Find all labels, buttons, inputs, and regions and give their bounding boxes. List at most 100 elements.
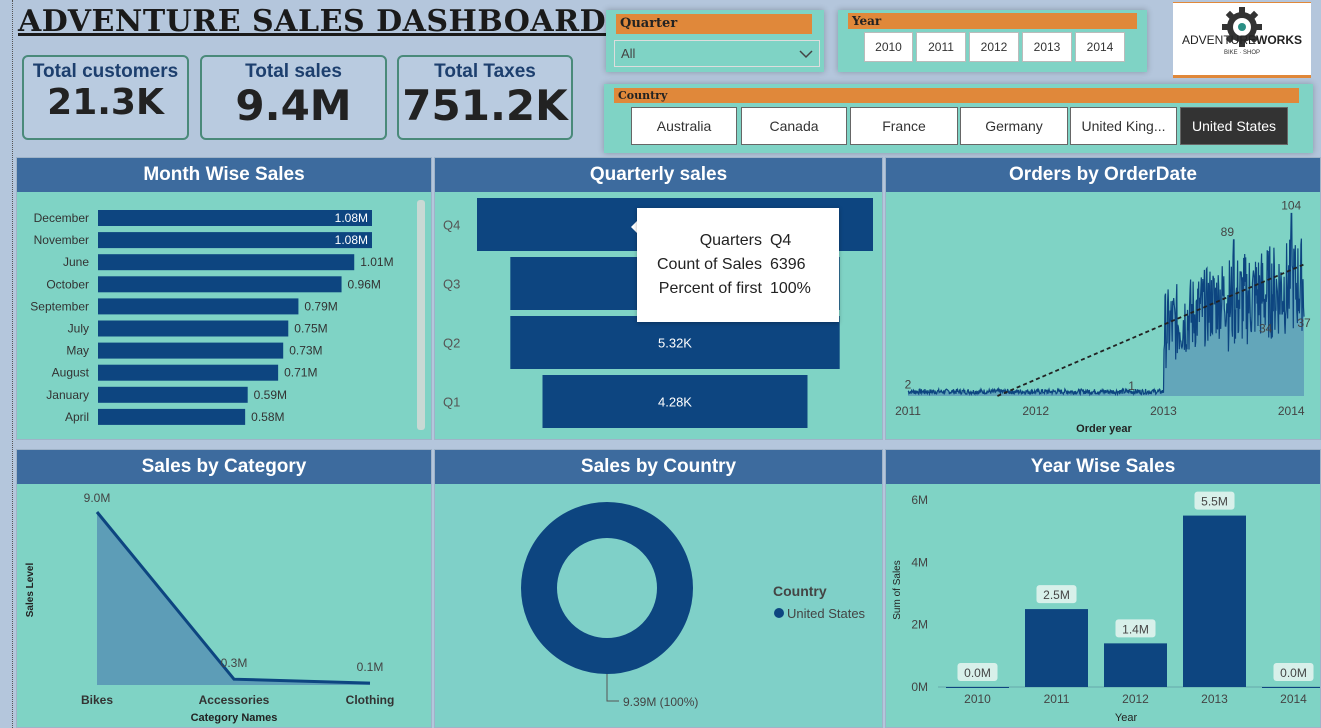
country-button-australia[interactable]: Australia — [631, 107, 737, 145]
tooltip-label: Percent of first — [658, 280, 762, 297]
logo-tagline-right: SHOP — [1243, 50, 1261, 56]
kpi-total-sales: Total sales 9.4M — [200, 55, 387, 140]
data-label: 1.4M — [1122, 622, 1149, 636]
country-button-germany[interactable]: Germany — [960, 107, 1068, 145]
bar — [1183, 515, 1246, 687]
x-tick-label: 2012 — [1022, 404, 1049, 418]
sales-by-country-panel: Sales by Country 9.39M (100%) Country Unit… — [434, 449, 883, 728]
chevron-down-icon — [799, 50, 813, 59]
year-slicer-title: Year — [848, 13, 1137, 29]
category-tick-label: Clothing — [346, 693, 395, 707]
bar — [946, 687, 1009, 688]
kpi-total-customers: Total customers 21.3K — [22, 55, 189, 140]
data-label: 1.08M — [335, 211, 368, 225]
data-label: 0.58M — [251, 410, 284, 424]
sales-by-category-chart: Bikes 9.0M Accessories 0.3M Clothing 0.1M Cate… — [25, 491, 395, 724]
data-label: 0.3M — [221, 656, 248, 670]
y-tick-label: 4M — [911, 555, 928, 569]
month-wise-sales-panel: Month Wise Sales December 1.08M November 1.… — [16, 157, 432, 440]
data-label: 1.01M — [360, 255, 393, 269]
kpi-value: 9.4M — [235, 81, 352, 130]
y-tick-label: 2M — [911, 618, 928, 632]
category-tick-label: October — [46, 277, 89, 291]
chart-tooltip: Quarters Q4 Count of Sales 6396 Percent of… — [637, 208, 839, 322]
adventureworks-logo: ADVENTUREWORKS BIKE · SHOP — [1173, 2, 1311, 78]
bar — [1262, 687, 1320, 688]
tooltip-value: Q4 — [769, 232, 792, 249]
year-button-2013[interactable]: 2013 — [1022, 32, 1072, 62]
country-button-canada[interactable]: Canada — [741, 107, 847, 145]
left-divider — [12, 0, 14, 728]
category-tick-label: November — [34, 233, 89, 247]
category-tick-label: July — [68, 322, 89, 336]
x-axis-label: Category Names — [191, 712, 278, 724]
tooltip-label: Count of Sales — [657, 256, 762, 273]
kpi-total-taxes: Total Taxes 751.2K — [397, 55, 573, 140]
year-button-2010[interactable]: 2010 — [864, 32, 913, 62]
data-label: 34 — [1259, 321, 1273, 335]
y-tick-label: 6M — [911, 493, 928, 507]
data-label: 5.32K — [658, 336, 692, 351]
category-tick-label: Q1 — [443, 395, 460, 410]
category-tick-label: Q4 — [443, 218, 460, 233]
bar — [98, 408, 246, 425]
logo-wordmark: ADVENTUREWORKS — [1173, 33, 1311, 47]
country-button-united-kingdom[interactable]: United King... — [1070, 107, 1177, 145]
logo-text-prefix: ADVENTURE — [1181, 33, 1256, 47]
data-label: 9.0M — [84, 491, 111, 505]
data-label: 0.75M — [294, 322, 327, 336]
data-label: 37 — [1297, 316, 1311, 330]
tooltip-value: 6396 — [769, 256, 806, 273]
category-tick-label: 2013 — [1201, 692, 1228, 706]
category-tick-label: September — [30, 299, 89, 313]
country-button-united-states[interactable]: United States — [1180, 107, 1288, 145]
scrollbar — [417, 200, 425, 430]
category-tick-label: August — [52, 366, 90, 380]
bar — [98, 210, 372, 226]
quarter-selected-value: All — [621, 46, 636, 61]
year-wise-sales-chart: 0M 2M 4M 6M 2010 0.0M 2011 2.5M 2012 1.4M 2013 5.5M… — [892, 491, 1320, 724]
data-label: 0.96M — [348, 277, 381, 291]
country-button-france[interactable]: France — [850, 107, 958, 145]
category-tick-label: Q3 — [443, 277, 460, 292]
data-label: 4.28K — [658, 395, 692, 410]
category-tick-label: January — [46, 388, 89, 402]
data-label: 0.0M — [964, 666, 991, 680]
year-button-2011[interactable]: 2011 — [916, 32, 966, 62]
category-tick-label: April — [65, 410, 89, 424]
quarterly-sales-panel: Quarterly sales Q4 Q3 Q2 5.32K Q1 4.28K Quart… — [434, 157, 883, 440]
y-axis-label: Sales Level — [25, 563, 36, 618]
data-label: 1.08M — [335, 233, 368, 247]
quarter-slicer-title: Quarter — [616, 14, 812, 34]
orders-by-orderdate-panel: Orders by OrderDate 2 1 89 34 104 37 2011 2012 2… — [885, 157, 1321, 440]
year-button-2012[interactable]: 2012 — [969, 32, 1019, 62]
quarter-dropdown[interactable]: All — [614, 40, 820, 67]
category-tick-label: June — [63, 255, 89, 269]
data-label: 104 — [1281, 199, 1301, 213]
data-label: 0.79M — [304, 299, 337, 313]
bar — [98, 276, 342, 293]
kpi-value: 21.3K — [47, 82, 164, 123]
category-tick-label: December — [34, 211, 89, 225]
bar — [98, 232, 372, 249]
logo-tagline-left: BIKE — [1223, 50, 1238, 56]
data-label: 0.73M — [289, 344, 322, 358]
category-tick-label: 2014 — [1280, 692, 1307, 706]
country-slicer: Country Australia Canada France Germany … — [604, 84, 1313, 153]
x-axis-label: Order year — [1076, 423, 1132, 435]
bar — [98, 386, 248, 403]
sales-by-country-chart: 9.39M (100%) Country United States — [521, 502, 866, 709]
legend-label: United States — [787, 606, 866, 621]
data-label: 5.5M — [1201, 495, 1228, 509]
data-label: 0.71M — [284, 366, 317, 380]
bar — [1025, 609, 1088, 687]
year-button-2014[interactable]: 2014 — [1075, 32, 1125, 62]
data-label: 2.5M — [1043, 588, 1070, 602]
sales-by-category-panel: Sales by Category Bikes 9.0M Accessories 0.… — [16, 449, 432, 728]
x-tick-label: 2014 — [1278, 404, 1305, 418]
quarter-slicer: Quarter All — [606, 10, 824, 72]
legend-marker — [774, 608, 784, 618]
bar — [98, 342, 284, 359]
category-tick-label: 2011 — [1044, 692, 1070, 706]
category-tick-label: Accessories — [199, 693, 270, 707]
